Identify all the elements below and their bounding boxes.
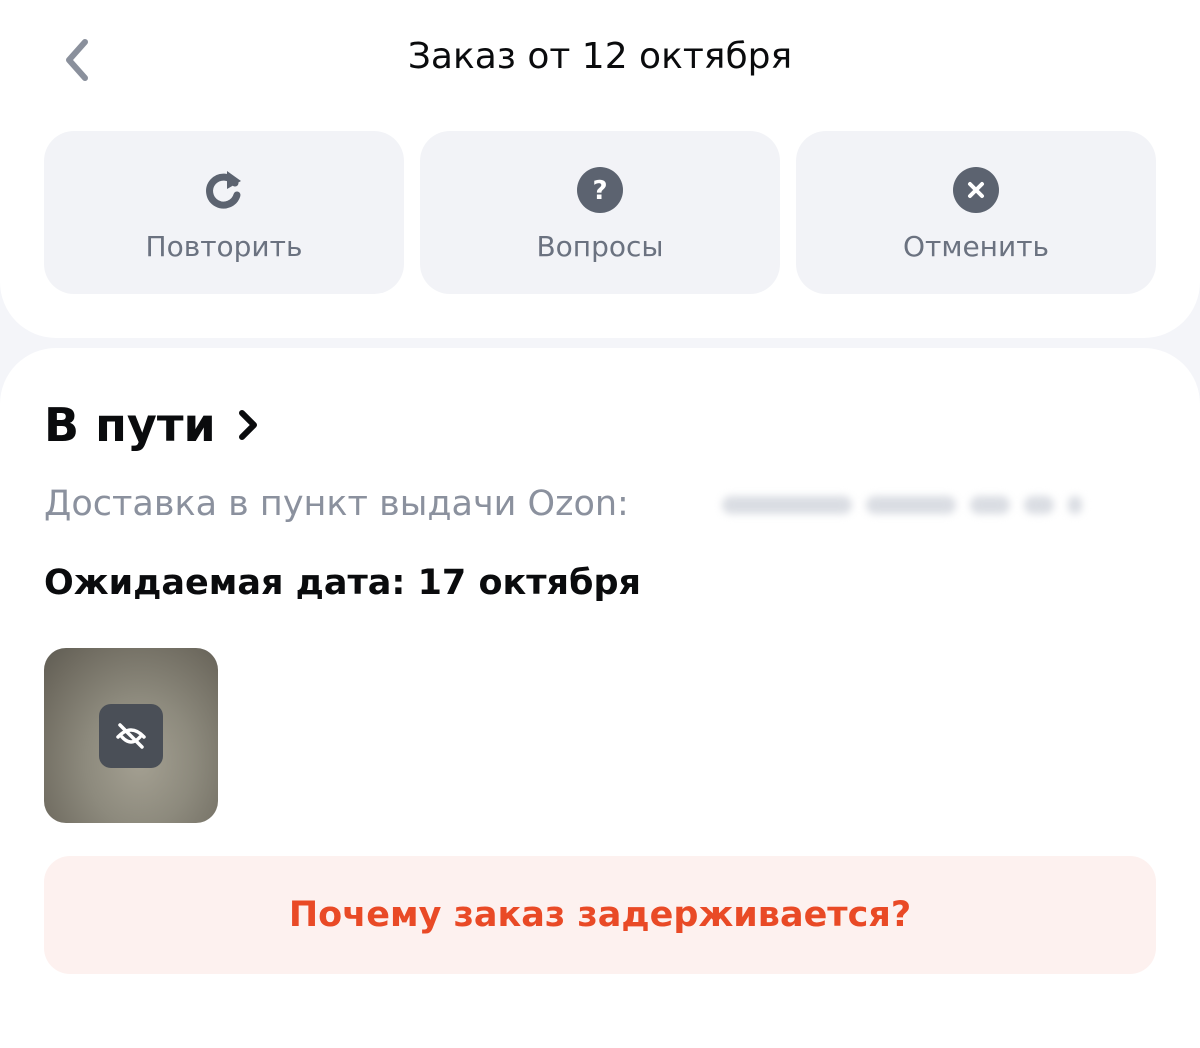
delay-reason-label: Почему заказ задерживается? bbox=[288, 895, 912, 935]
cancel-button[interactable] bbox=[796, 131, 1156, 294]
chevron-right-icon bbox=[238, 410, 257, 440]
hidden-eye-icon bbox=[116, 723, 146, 749]
delay-reason-button[interactable]: Почему заказ задерживается? bbox=[44, 856, 1156, 974]
questions-button[interactable]: ? bbox=[420, 131, 780, 294]
expected-date: Ожидаемая дата: 17 октября bbox=[44, 563, 641, 603]
svg-text:?: ? bbox=[592, 176, 607, 206]
question-icon: ? bbox=[577, 167, 623, 213]
cancel-icon bbox=[953, 167, 999, 213]
repeat-button[interactable] bbox=[44, 131, 404, 294]
blurred-address bbox=[706, 480, 1136, 530]
cancel-label: Отменить bbox=[902, 230, 1049, 263]
questions-label: Вопросы bbox=[536, 230, 664, 263]
delivery-text: Доставка в пункт выдачи Ozon: bbox=[44, 484, 629, 524]
repeat-label: Повторить bbox=[145, 230, 303, 263]
product-thumbnail[interactable] bbox=[44, 648, 218, 823]
page-title: Заказ от 12 октября bbox=[407, 36, 793, 77]
status-link[interactable]: В пути bbox=[44, 398, 260, 452]
order-status: В пути bbox=[44, 398, 216, 452]
repeat-icon bbox=[206, 171, 241, 209]
